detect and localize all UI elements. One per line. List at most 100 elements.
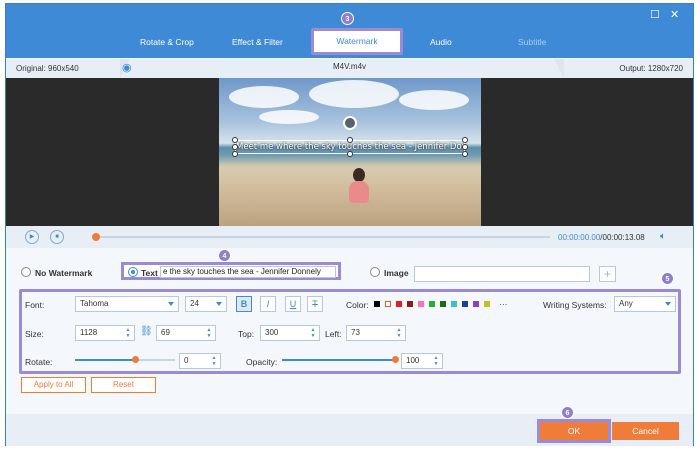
step-badge-6: 6 [561,406,574,419]
width-input[interactable]: 1128 ▲ ▼ [75,325,135,341]
more-colors-button[interactable]: ··· [499,299,508,309]
text-watermark-option[interactable]: Text e the sky touches the sea - Jennife… [121,262,341,280]
color-swatch[interactable] [484,301,490,307]
tab-watermark[interactable]: Watermark [311,28,403,55]
tab-audio[interactable]: Audio [430,37,452,47]
stepper-icon[interactable]: ▲ ▼ [310,327,316,339]
color-swatch[interactable] [374,301,380,307]
resize-handle[interactable] [347,137,353,143]
font-size-value: 24 [190,299,199,308]
height-value: 69 [161,328,170,337]
image-label: Image [384,268,409,278]
color-swatch[interactable] [451,301,457,307]
text-label: Text [141,268,158,278]
resize-handle[interactable] [462,144,468,150]
link-icon[interactable]: ⛓︎ [140,326,153,337]
apply-to-all-button[interactable]: Apply to All [21,377,86,393]
rotate-value: 0 [184,356,189,365]
maximize-icon[interactable]: ☐ [650,10,660,21]
text-options-panel: Font: Tahoma 24 B I U T Color: ··· Writi… [19,289,681,374]
editor-window: ☐ ✕ Rotate & Crop Effect & Filter Audio … [5,3,694,446]
volume-icon[interactable]: 🔈︎ [660,231,666,242]
font-size-select[interactable]: 24 [185,296,227,312]
progress-track[interactable] [95,236,550,238]
stepper-icon[interactable]: ▲ ▼ [125,327,131,339]
no-watermark-label: No Watermark [35,268,93,278]
file-name: M4V.m4v [332,62,367,71]
step-badge-3: 3 [341,12,354,25]
italic-button[interactable]: I [260,296,276,312]
rotate-slider-fill [75,359,135,361]
strikethrough-button[interactable]: T [307,296,323,312]
opacity-label: Opacity: [246,357,278,367]
writing-systems-select[interactable]: Any [614,296,676,312]
progress-knob[interactable] [92,233,100,241]
resize-handle[interactable] [232,144,238,150]
no-watermark-radio[interactable] [21,267,31,277]
color-swatch[interactable] [418,301,424,307]
time-display: 00:00:00.00/00:00:13.08 [558,233,645,242]
tab-watermark-label: Watermark [336,36,378,46]
close-icon[interactable]: ✕ [670,10,679,21]
reset-button[interactable]: Reset [91,377,156,393]
left-input[interactable]: 73 ▲ ▼ [346,325,406,341]
resize-handle[interactable] [232,151,238,157]
color-swatch[interactable] [429,301,435,307]
add-image-button[interactable]: + [599,266,616,282]
stepper-icon[interactable]: ▲ ▼ [211,355,217,367]
rotate-slider-knob[interactable] [132,356,139,363]
rotate-label: Rotate: [25,357,53,367]
stop-icon[interactable]: ■ [50,230,64,244]
writing-systems-value: Any [619,299,633,308]
opacity-slider-knob[interactable] [392,356,399,363]
image-radio[interactable] [370,267,380,277]
top-input[interactable]: 300 ▲ ▼ [260,325,320,341]
color-swatch[interactable] [462,301,468,307]
height-input[interactable]: 69 ▲ ▼ [156,325,216,341]
info-bar: Original: 960x540 ◉ M4V.m4v Output: 1280… [6,59,693,78]
top-value: 300 [265,328,279,337]
tab-effect-filter[interactable]: Effect & Filter [232,37,283,47]
color-swatch[interactable] [385,301,391,307]
color-swatch[interactable] [396,301,402,307]
text-radio[interactable] [128,267,138,277]
stepper-icon[interactable]: ▲ ▼ [433,355,439,367]
stepper-icon[interactable]: ▲ ▼ [396,327,402,339]
left-value: 73 [351,328,360,337]
color-swatch[interactable] [407,301,413,307]
play-icon[interactable]: ▶ [25,230,39,244]
cloud [309,80,399,108]
tab-subtitle[interactable]: Subtitle [518,37,546,47]
bold-button[interactable]: B [236,296,252,312]
color-swatch[interactable] [440,301,446,307]
rotate-input[interactable]: 0 ▲ ▼ [179,353,221,369]
underline-button[interactable]: U [285,296,301,312]
video-frame: Meet me where the sky touches the sea - … [219,78,481,226]
cancel-button[interactable]: Cancel [612,422,679,440]
resize-handle[interactable] [232,137,238,143]
playback-controls: ▶ ■ 00:00:00.00/00:00:13.08 🔈︎ [6,226,693,248]
font-family-select[interactable]: Tahoma [75,296,179,312]
chevron-down-icon [216,302,222,306]
resize-handle[interactable] [462,151,468,157]
step-badge-5: 5 [661,272,674,285]
writing-systems-label: Writing Systems: [543,300,607,310]
chevron-down-icon [168,302,174,306]
cloud [399,90,469,110]
image-path-input[interactable] [414,266,590,282]
resize-handle[interactable] [462,137,468,143]
tab-rotate-crop[interactable]: Rotate & Crop [140,37,194,47]
opacity-value: 100 [406,356,420,365]
ok-button[interactable]: OK [540,422,608,440]
opacity-slider-fill [282,359,395,361]
color-swatch[interactable] [473,301,479,307]
video-preview: Meet me where the sky touches the sea - … [6,78,693,226]
rotate-handle-icon[interactable] [343,116,357,130]
resize-handle[interactable] [347,151,353,157]
watermark-text-input[interactable]: e the sky touches the sea - Jennifer Don… [160,266,336,278]
current-time: 00:00:00.00 [558,233,601,242]
opacity-input[interactable]: 100 ▲ ▼ [401,353,443,369]
stepper-icon[interactable]: ▲ ▼ [206,327,212,339]
chevron-down-icon [665,302,671,306]
left-label: Left: [325,329,342,339]
